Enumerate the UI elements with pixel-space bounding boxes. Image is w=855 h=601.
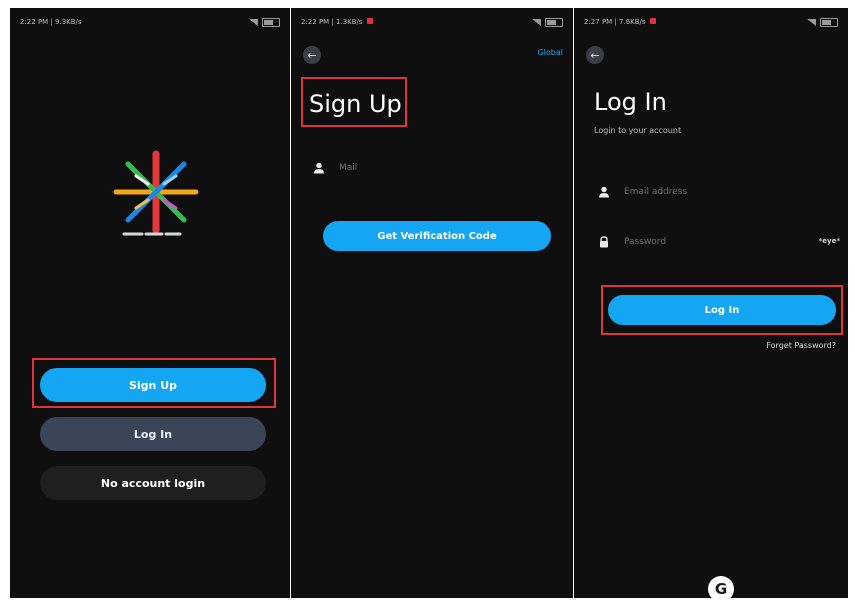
no-account-login-button[interactable]: No account login bbox=[40, 466, 266, 500]
mail-field[interactable]: Mail bbox=[313, 158, 553, 178]
battery-icon bbox=[820, 17, 838, 27]
status-time: 2:27 PM | 7.6KB/s bbox=[584, 18, 656, 26]
user-icon bbox=[313, 162, 325, 174]
status-bar: 2:22 PM | 9.3KB/s bbox=[20, 14, 280, 30]
password-placeholder: Password bbox=[624, 237, 667, 247]
mail-placeholder: Mail bbox=[339, 163, 358, 173]
status-bar: 2:22 PM | 1.3KB/s bbox=[301, 14, 563, 30]
email-field[interactable]: Email address bbox=[598, 183, 828, 201]
password-field[interactable]: Password bbox=[598, 233, 798, 251]
get-verification-code-button[interactable]: Get Verification Code bbox=[323, 221, 551, 251]
status-icons bbox=[532, 17, 563, 27]
status-icons bbox=[807, 17, 838, 27]
back-button[interactable]: ← bbox=[586, 46, 604, 64]
global-link[interactable]: Global bbox=[537, 48, 563, 57]
highlight-box-log-in bbox=[601, 285, 843, 335]
battery-icon bbox=[545, 17, 563, 27]
battery-icon bbox=[262, 17, 280, 27]
page-title: Log In bbox=[594, 88, 667, 116]
log-in-button[interactable]: Log In bbox=[40, 417, 266, 451]
password-visibility-toggle[interactable]: *eye* bbox=[819, 237, 840, 245]
record-icon bbox=[366, 18, 373, 24]
user-icon bbox=[598, 186, 610, 198]
back-button[interactable]: ← bbox=[303, 46, 321, 64]
highlight-box-title bbox=[301, 77, 407, 127]
status-bar: 2:27 PM | 7.6KB/s bbox=[584, 14, 838, 30]
signup-screen: 2:22 PM | 1.3KB/s ← Global Sign Up Mail bbox=[291, 8, 573, 598]
record-icon bbox=[649, 18, 656, 24]
status-time: 2:22 PM | 9.3KB/s bbox=[20, 18, 82, 26]
lock-icon bbox=[598, 236, 610, 248]
signal-icon bbox=[807, 18, 816, 26]
status-time: 2:22 PM | 1.3KB/s bbox=[301, 18, 373, 26]
app-logo bbox=[113, 150, 199, 236]
arrow-left-icon: ← bbox=[590, 48, 600, 62]
forgot-password-link[interactable]: Forget Password? bbox=[766, 341, 836, 350]
google-icon: G bbox=[714, 580, 728, 598]
arrow-left-icon: ← bbox=[307, 48, 317, 62]
google-login-button[interactable]: G bbox=[708, 576, 734, 598]
signal-icon bbox=[532, 18, 541, 26]
email-placeholder: Email address bbox=[624, 187, 688, 197]
screenshot-stage: 2:22 PM | 9.3KB/s Sign Up Log In No acco… bbox=[0, 0, 855, 601]
page-subtitle: Login to your account bbox=[594, 126, 682, 135]
welcome-screen: 2:22 PM | 9.3KB/s Sign Up Log In No acco… bbox=[10, 8, 290, 598]
highlight-box-sign-up bbox=[32, 358, 276, 408]
status-icons bbox=[249, 17, 280, 27]
signal-icon bbox=[249, 18, 258, 26]
login-screen: 2:27 PM | 7.6KB/s ← Log In Login to your… bbox=[574, 8, 848, 598]
